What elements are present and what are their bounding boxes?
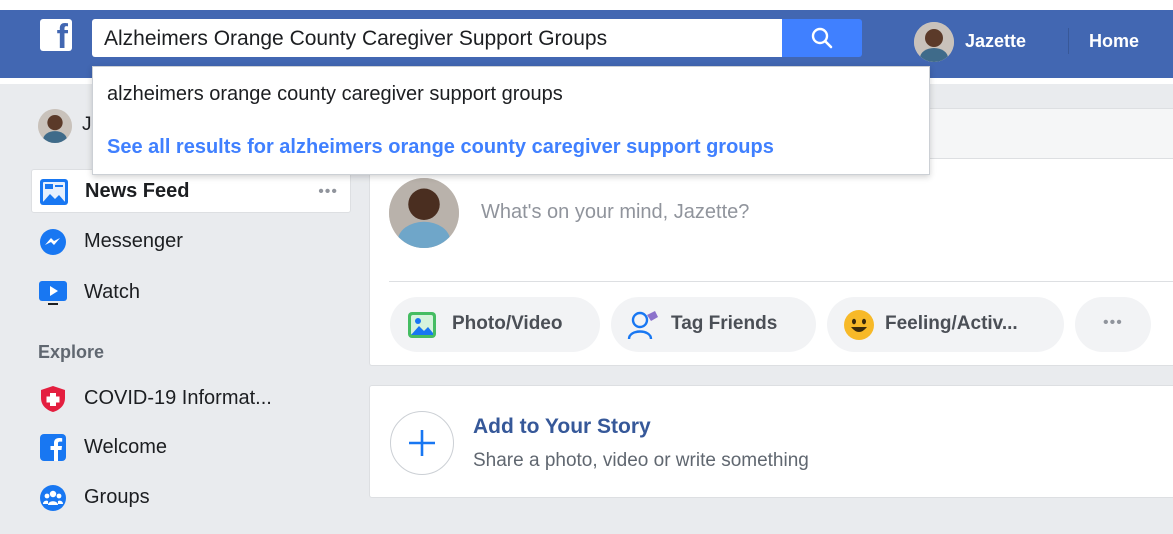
sidebar-item-label: Messenger: [84, 230, 183, 252]
sidebar-item-watch[interactable]: Watch: [31, 271, 351, 315]
profile-link[interactable]: Jazette: [965, 31, 1026, 52]
search-input[interactable]: Alzheimers Orange County Caregiver Suppo…: [92, 19, 782, 57]
more-options-icon[interactable]: •••: [318, 183, 338, 201]
watch-icon: [39, 281, 67, 305]
news-feed-icon: [40, 179, 68, 205]
avatar[interactable]: [914, 22, 954, 62]
composer-avatar[interactable]: [389, 178, 459, 248]
photo-video-icon: [408, 312, 436, 338]
sidebar-item-welcome[interactable]: Welcome: [31, 426, 351, 470]
see-all-results-link[interactable]: See all results for alzheimers orange co…: [107, 136, 774, 159]
add-story-title[interactable]: Add to Your Story: [473, 415, 651, 439]
facebook-logo-icon[interactable]: f: [40, 19, 72, 51]
sidebar-item-messenger[interactable]: Messenger: [31, 220, 351, 264]
post-composer-input[interactable]: What's on your mind, Jazette?: [481, 201, 749, 224]
tag-friends-icon: [627, 311, 658, 340]
sidebar-profile-name[interactable]: J: [82, 114, 92, 136]
facebook-icon: [40, 434, 66, 461]
plus-icon: [409, 430, 435, 456]
photo-video-label: Photo/Video: [452, 313, 563, 334]
explore-heading: Explore: [38, 342, 105, 362]
more-options-icon: •••: [1103, 314, 1123, 331]
covid-shield-icon: [41, 386, 65, 412]
home-link[interactable]: Home: [1089, 31, 1139, 52]
story-card[interactable]: [369, 385, 1173, 498]
search-button[interactable]: [782, 19, 862, 57]
feeling-activity-label: Feeling/Activ...: [885, 313, 1018, 334]
sidebar-item-news-feed[interactable]: News Feed •••: [31, 169, 351, 213]
feeling-activity-button[interactable]: Feeling/Activ...: [827, 297, 1064, 352]
more-actions-button[interactable]: •••: [1075, 297, 1151, 352]
add-story-subtitle: Share a photo, video or write something: [473, 450, 809, 471]
sidebar-item-label: Welcome: [84, 436, 167, 458]
messenger-icon: [40, 229, 66, 255]
divider: [389, 281, 1173, 282]
sidebar-item-label: Watch: [84, 281, 140, 303]
sidebar-item-label: COVID-19 Informat...: [84, 387, 272, 409]
sidebar-item-groups[interactable]: Groups: [31, 476, 351, 520]
add-story-button[interactable]: [390, 411, 454, 475]
sidebar-avatar[interactable]: [38, 109, 72, 143]
sidebar-item-label: Groups: [84, 486, 150, 508]
sidebar-item-covid-19[interactable]: COVID-19 Informat...: [31, 377, 351, 421]
sidebar-item-label: News Feed: [85, 180, 190, 202]
divider: [1068, 28, 1069, 54]
photo-video-button[interactable]: Photo/Video: [390, 297, 600, 352]
search-input-value[interactable]: Alzheimers Orange County Caregiver Suppo…: [104, 27, 607, 51]
search-icon: [811, 27, 833, 49]
search-suggestion[interactable]: alzheimers orange county caregiver suppo…: [107, 83, 563, 106]
tag-friends-button[interactable]: Tag Friends: [611, 297, 816, 352]
groups-icon: [40, 485, 66, 511]
feeling-icon: [844, 310, 874, 340]
tag-friends-label: Tag Friends: [671, 313, 778, 334]
search-suggestions-dropdown: alzheimers orange county caregiver suppo…: [92, 66, 930, 175]
